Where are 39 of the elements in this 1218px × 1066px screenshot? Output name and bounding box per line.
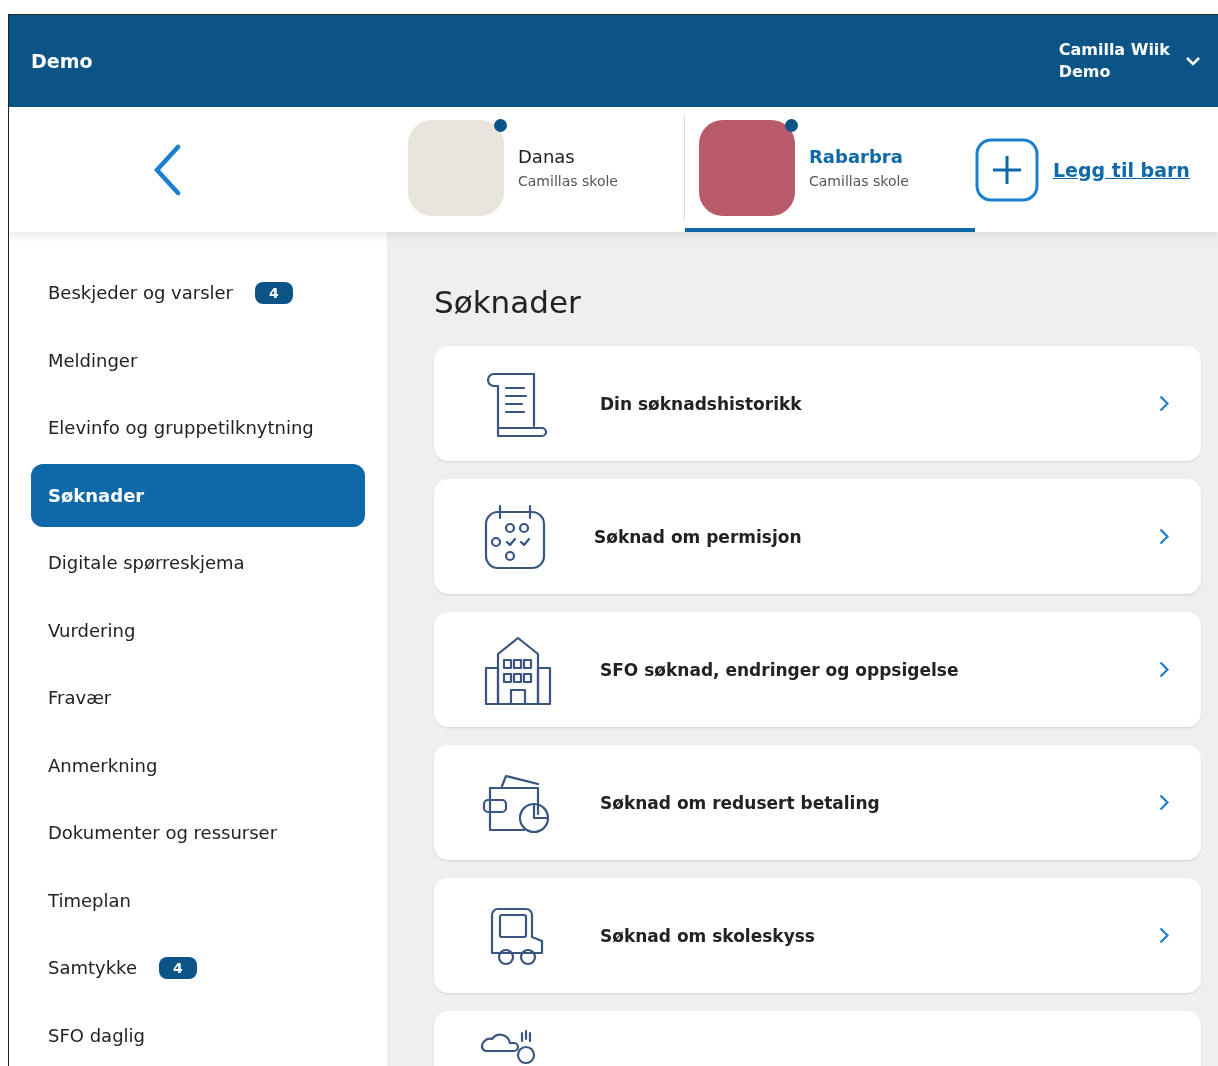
nav-item[interactable]: Meldinger [31, 328, 365, 392]
status-dot [494, 118, 507, 132]
nav-item[interactable]: Elevinfo og gruppetilknytning [31, 396, 365, 460]
application-card[interactable]: Søknad om redusert betaling [434, 745, 1201, 860]
chevron-right-icon [1159, 395, 1169, 412]
chevron-right-icon [1159, 528, 1169, 545]
chevron-down-icon[interactable] [1186, 56, 1200, 66]
status-dot [785, 118, 798, 132]
nav-item[interactable]: Fravær [31, 666, 365, 730]
nav-item[interactable]: Digitale spørreskjema [31, 531, 365, 595]
nav-item[interactable]: Timeplan [31, 868, 365, 932]
application-card[interactable]: Søknad om skoleskyss [434, 878, 1201, 993]
app-title: Demo [31, 50, 93, 72]
chevron-right-icon [1159, 661, 1169, 678]
chevron-left-icon[interactable] [151, 143, 182, 196]
child-name: Danas [518, 146, 576, 167]
add-child-link[interactable]: Legg til barn [1053, 158, 1190, 181]
count-badge: 4 [159, 956, 197, 979]
page-heading: Søknader [434, 284, 582, 320]
school-name: Camillas skole [809, 173, 909, 189]
nav-item[interactable]: Anmerkning [31, 733, 365, 797]
nav-item[interactable]: Søknader [31, 463, 365, 527]
child-tab[interactable]: Danas Camillas skole [394, 107, 684, 232]
child-name: Rabarbra [809, 146, 904, 167]
nav-item[interactable]: Dokumenter og ressurser [31, 801, 365, 865]
chevron-right-icon [1159, 927, 1169, 944]
add-icon[interactable] [975, 137, 1039, 202]
nav-item[interactable]: SFO daglig [31, 1003, 365, 1066]
count-badge: 4 [255, 281, 293, 304]
user-name[interactable]: Camilla Wiik Demo [1058, 39, 1170, 83]
nav-item[interactable]: Vurdering [31, 598, 365, 662]
weather-icon [480, 1029, 536, 1066]
school-name: Camillas skole [518, 173, 618, 189]
application-card[interactable]: Søknad om permisjon [434, 479, 1201, 594]
nav-item[interactable]: Samtykke 4 [31, 936, 365, 1000]
application-card[interactable]: Din søknadshistorikk [434, 346, 1201, 461]
application-card[interactable]: SFO søknad, endringer og oppsigelse [434, 612, 1201, 727]
chevron-right-icon [1159, 794, 1169, 811]
nav-item[interactable]: Beskjeder og varsler 4 [31, 261, 365, 325]
